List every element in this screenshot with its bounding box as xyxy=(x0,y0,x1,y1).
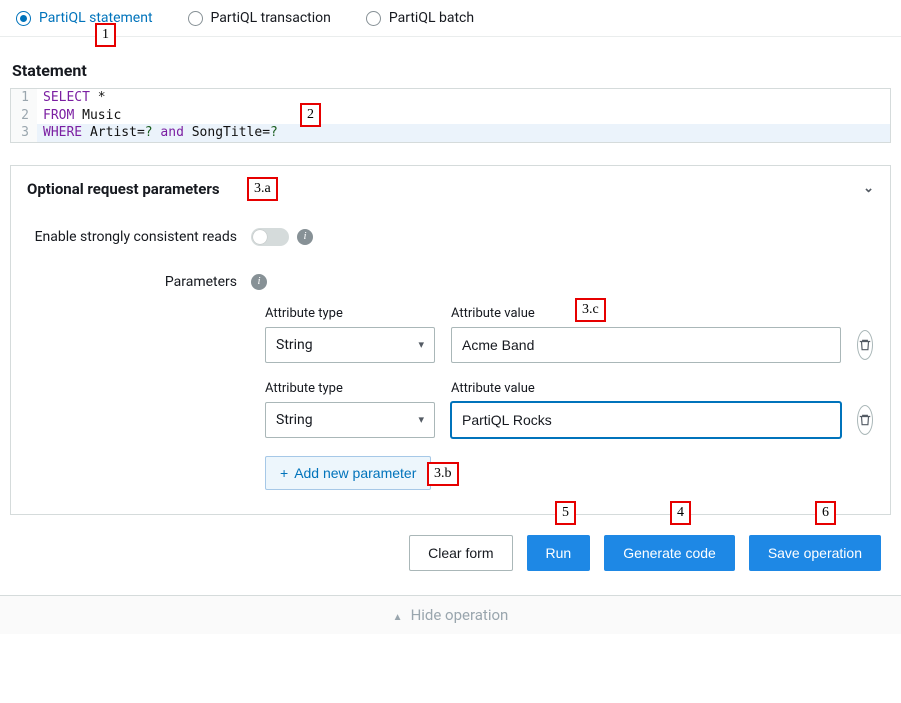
radio-icon xyxy=(16,11,31,26)
radio-icon xyxy=(188,11,203,26)
optional-params-panel: Optional request parameters ⌄ 3.a Enable… xyxy=(10,165,891,515)
statement-heading: Statement xyxy=(12,61,891,80)
code-line: WHERE Artist=? and SongTitle=? xyxy=(37,124,278,142)
attribute-value-label: Attribute value xyxy=(451,381,841,396)
optional-params-title: Optional request parameters xyxy=(27,180,220,198)
clear-form-button[interactable]: Clear form xyxy=(409,535,512,571)
attribute-type-select[interactable]: String ▾ xyxy=(265,402,435,438)
parameter-row: Attribute type String ▾ Attribute value xyxy=(265,381,870,438)
callout-3b: 3.b xyxy=(427,462,459,486)
chevron-down-icon: ⌄ xyxy=(863,181,874,196)
attribute-value-input[interactable] xyxy=(451,402,841,438)
optional-params-header[interactable]: Optional request parameters ⌄ 3.a xyxy=(11,166,890,212)
callout-2: 2 xyxy=(300,103,321,127)
callout-3a: 3.a xyxy=(247,177,278,201)
strongly-consistent-label: Enable strongly consistent reads xyxy=(31,229,251,245)
hide-operation-label: Hide operation xyxy=(411,606,509,624)
select-value: String xyxy=(276,337,313,353)
attribute-type-label: Attribute type xyxy=(265,381,435,396)
chevron-down-icon: ▾ xyxy=(418,413,424,426)
callout-6: 6 xyxy=(815,501,836,525)
callout-5: 5 xyxy=(555,501,576,525)
parameter-row: Attribute type String ▾ Attribute value xyxy=(265,306,870,363)
line-number: 3 xyxy=(11,124,37,142)
hide-operation-bar[interactable]: ▲ Hide operation xyxy=(0,595,901,634)
generate-code-button[interactable]: Generate code xyxy=(604,535,735,571)
tab-label: PartiQL batch xyxy=(389,10,474,26)
action-bar: 5 4 6 Clear form Run Generate code Save … xyxy=(10,515,891,595)
statement-type-tabs: PartiQL statement PartiQL transaction Pa… xyxy=(0,0,901,37)
tab-partiql-batch[interactable]: PartiQL batch xyxy=(366,10,474,26)
code-line: SELECT * xyxy=(37,89,106,107)
tab-label: PartiQL transaction xyxy=(211,10,331,26)
code-line: FROM Music xyxy=(37,107,121,125)
attribute-value-input[interactable] xyxy=(451,327,841,363)
callout-3c: 3.c xyxy=(575,298,606,322)
delete-parameter-button[interactable] xyxy=(857,330,873,360)
add-parameter-label: Add new parameter xyxy=(294,465,416,481)
chevron-down-icon: ▾ xyxy=(418,338,424,351)
code-editor[interactable]: 1 SELECT * 2 FROM Music 3 WHERE Artist=?… xyxy=(10,88,891,143)
info-icon[interactable]: i xyxy=(297,229,313,245)
plus-icon: + xyxy=(280,465,288,481)
parameters-label: Parameters xyxy=(31,274,251,290)
callout-4: 4 xyxy=(670,501,691,525)
add-parameter-button[interactable]: + Add new parameter xyxy=(265,456,431,490)
save-operation-button[interactable]: Save operation xyxy=(749,535,881,571)
attribute-value-label: Attribute value xyxy=(451,306,841,321)
attribute-type-select[interactable]: String ▾ xyxy=(265,327,435,363)
callout-1: 1 xyxy=(95,23,116,47)
radio-icon xyxy=(366,11,381,26)
tab-partiql-statement[interactable]: PartiQL statement xyxy=(16,10,153,26)
select-value: String xyxy=(276,412,313,428)
attribute-type-label: Attribute type xyxy=(265,306,435,321)
trash-icon xyxy=(858,413,872,427)
line-number: 2 xyxy=(11,107,37,125)
triangle-up-icon: ▲ xyxy=(393,612,403,623)
trash-icon xyxy=(858,338,872,352)
run-button[interactable]: Run xyxy=(527,535,591,571)
delete-parameter-button[interactable] xyxy=(857,405,873,435)
tab-partiql-transaction[interactable]: PartiQL transaction xyxy=(188,10,331,26)
line-number: 1 xyxy=(11,89,37,107)
info-icon[interactable]: i xyxy=(251,274,267,290)
strongly-consistent-toggle[interactable] xyxy=(251,228,289,246)
